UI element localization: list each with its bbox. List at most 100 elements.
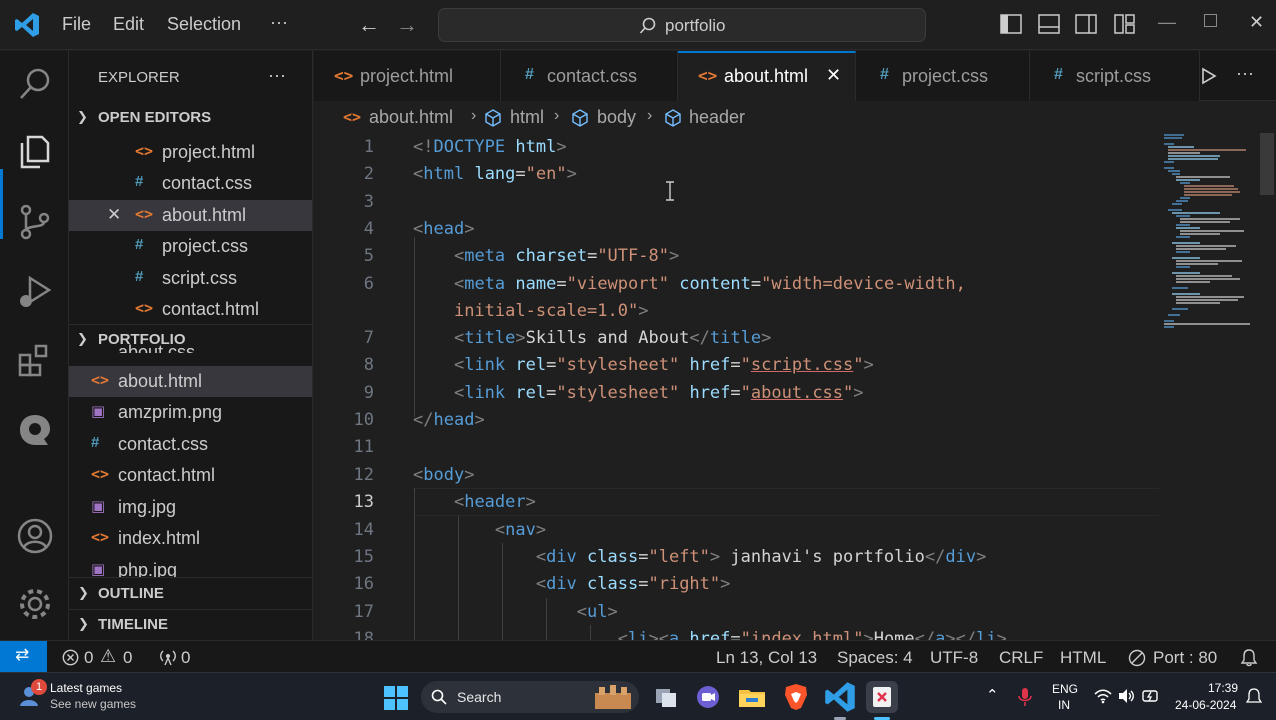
file-item[interactable]: <> index.html	[69, 523, 312, 554]
live-server-port[interactable]: Port : 80	[1153, 648, 1217, 668]
microphone-icon[interactable]	[1018, 687, 1032, 707]
brave-browser-icon[interactable]	[780, 681, 812, 713]
menu-more[interactable]: ···	[270, 12, 288, 33]
news-title[interactable]: Latest games	[50, 681, 122, 695]
source-control-icon[interactable]	[16, 203, 54, 241]
line-number: 15	[353, 547, 374, 567]
extensions-icon[interactable]	[16, 341, 54, 379]
editor-tab[interactable]: # script.css	[1030, 51, 1200, 101]
language-mode[interactable]: HTML	[1060, 648, 1106, 668]
open-editors-header[interactable]: OPEN EDITORS	[98, 109, 211, 126]
explorer-files-icon[interactable]	[16, 133, 54, 171]
task-view-icon[interactable]	[650, 681, 682, 713]
chevron-down-icon[interactable]: ❯	[77, 331, 88, 347]
remote-button[interactable]: ⇄	[0, 641, 47, 673]
open-editor-item[interactable]: <> project.html	[69, 137, 312, 168]
open-editor-item[interactable]: <> contact.html	[69, 294, 312, 325]
file-item-partial[interactable]: about.css	[118, 343, 195, 353]
search-view-icon[interactable]	[16, 65, 54, 103]
chevron-right-icon: ›	[554, 107, 560, 124]
warning-count[interactable]: 0	[123, 648, 132, 668]
language-indicator[interactable]: ENG	[1052, 682, 1078, 696]
editor-more-icon[interactable]: ···	[1236, 63, 1254, 84]
error-icon[interactable]	[62, 649, 79, 666]
editor-tab[interactable]: <> about.html ✕	[678, 51, 856, 101]
end-of-line[interactable]: CRLF	[999, 648, 1043, 668]
clock-date[interactable]: 24-06-2024	[1175, 698, 1236, 712]
menu-selection[interactable]: Selection	[167, 14, 241, 35]
open-editor-item[interactable]: # contact.css	[69, 168, 312, 199]
indentation[interactable]: Spaces: 4	[837, 648, 913, 668]
run-play-icon[interactable]	[1200, 67, 1218, 85]
clock-time[interactable]: 17:39	[1208, 681, 1238, 695]
command-center-search[interactable]: portfolio	[438, 8, 926, 42]
file-item[interactable]: ▣ img.jpg	[69, 492, 312, 523]
editor-tab[interactable]: <> project.html	[314, 51, 501, 101]
timeline-header[interactable]: TIMELINE	[98, 616, 168, 633]
close-window-icon[interactable]: ✕	[1249, 12, 1264, 33]
forward-arrow-icon[interactable]: →	[396, 12, 418, 38]
region-indicator[interactable]: IN	[1058, 698, 1070, 712]
encoding[interactable]: UTF-8	[930, 648, 978, 668]
vscode-taskbar-icon[interactable]	[824, 681, 856, 720]
error-count[interactable]: 0	[84, 648, 93, 668]
explorer-more-button[interactable]: ···	[268, 65, 286, 86]
port-block-icon[interactable]	[1128, 649, 1146, 667]
cursor-position[interactable]: Ln 13, Col 13	[716, 648, 817, 668]
manage-gear-icon[interactable]	[16, 585, 54, 623]
taskbar-search[interactable]: Search	[421, 681, 639, 713]
menu-edit[interactable]: Edit	[113, 14, 144, 35]
open-editor-item[interactable]: ✕ <> about.html	[69, 200, 312, 231]
breadcrumb-html[interactable]: html	[510, 107, 544, 128]
breadcrumb-body[interactable]: body	[597, 107, 636, 128]
toggle-panel-icon[interactable]	[1038, 14, 1060, 34]
warning-icon[interactable]: ⚠	[100, 646, 116, 667]
file-item[interactable]: <> about.html	[69, 366, 312, 397]
editor-tab[interactable]: # project.css	[856, 51, 1030, 101]
minimap[interactable]	[1160, 133, 1276, 640]
ports-count[interactable]: 0	[181, 648, 190, 668]
chevron-right-icon[interactable]: ❯	[78, 616, 89, 632]
toggle-secondary-sidebar-icon[interactable]	[1075, 14, 1097, 34]
active-indicator	[0, 169, 3, 239]
minimize-icon[interactable]: —	[1158, 12, 1176, 33]
close-tab-icon[interactable]: ✕	[826, 65, 841, 86]
file-item[interactable]: ▣ amzprim.png	[69, 397, 312, 428]
breadcrumb-header[interactable]: header	[689, 107, 745, 128]
chevron-right-icon[interactable]: ❯	[78, 585, 89, 601]
chevron-up-icon[interactable]: ⌃	[986, 686, 999, 704]
file-item[interactable]: <> contact.html	[69, 460, 312, 491]
news-subtitle[interactable]: See new games	[50, 697, 136, 711]
back-arrow-icon[interactable]: ←	[358, 12, 380, 38]
scrollbar-thumb[interactable]	[1260, 133, 1274, 195]
status-bar: ⇄ 0 ⚠ 0 0 Ln 13, Col 13 Spaces: 4 UTF-8 …	[0, 640, 1276, 673]
maximize-icon[interactable]	[1204, 14, 1217, 27]
file-item[interactable]: # contact.css	[69, 429, 312, 460]
file-explorer-icon[interactable]	[736, 681, 768, 713]
open-editor-item[interactable]: # project.css	[69, 231, 312, 262]
accounts-icon[interactable]	[16, 517, 54, 555]
snipping-tool-icon[interactable]	[866, 681, 898, 720]
chevron-down-icon[interactable]: ❯	[77, 109, 88, 125]
code-editor[interactable]: 1 2 3 4 5 6 7 8 9 10 11 12 13 14 15 16 17 18 <!DOCTYPE ht…	[314, 133, 1159, 640]
menu-file[interactable]: File	[62, 14, 91, 35]
quokka-extension-icon[interactable]	[16, 411, 54, 449]
file-item[interactable]: ▣ php.jpg	[69, 555, 312, 577]
teams-meet-icon[interactable]	[692, 681, 724, 713]
customize-layout-icon[interactable]	[1114, 14, 1136, 34]
wifi-icon[interactable]	[1094, 688, 1112, 704]
line-number: 11	[353, 437, 374, 457]
speaker-icon[interactable]	[1117, 688, 1135, 704]
editor-tab[interactable]: # contact.css	[501, 51, 678, 101]
outline-header[interactable]: OUTLINE	[98, 585, 164, 602]
battery-charging-icon[interactable]	[1142, 687, 1160, 705]
toggle-sidebar-icon[interactable]	[1000, 14, 1022, 34]
notification-center-icon[interactable]	[1246, 688, 1262, 705]
close-editor-icon[interactable]: ✕	[107, 205, 121, 225]
breadcrumb-file[interactable]: about.html	[369, 107, 453, 128]
notifications-bell-icon[interactable]	[1240, 648, 1258, 667]
open-editor-item[interactable]: # script.css	[69, 263, 312, 294]
run-debug-icon[interactable]	[16, 273, 54, 311]
ports-broadcast-icon[interactable]	[158, 648, 178, 666]
windows-start-icon[interactable]	[384, 686, 408, 710]
